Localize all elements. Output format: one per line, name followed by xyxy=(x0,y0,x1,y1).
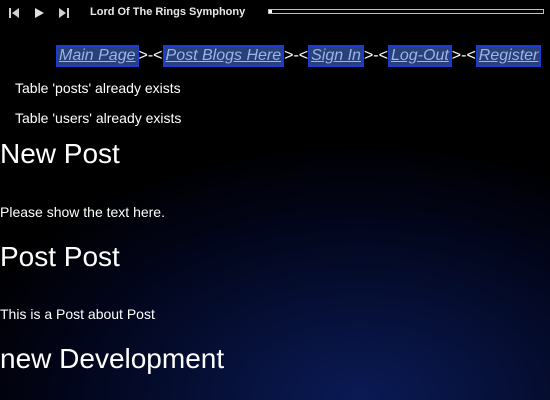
post-title: Post Post xyxy=(0,241,120,272)
nav-link-main-page[interactable]: Main Page xyxy=(56,45,139,67)
nav-bar: Main Page >-< Post Blogs Here >-< Sign In >-<… xyxy=(56,45,542,67)
status-message: Table 'users' already exists xyxy=(15,110,182,126)
music-player: Lord Of The Rings Symphony xyxy=(0,0,550,26)
nav-separator: >-< xyxy=(451,47,476,64)
post-title: new Development xyxy=(0,343,225,374)
track-title: Lord Of The Rings Symphony xyxy=(90,6,246,18)
nav-link-register[interactable]: Register xyxy=(475,45,542,67)
nav-link-sign-in[interactable]: Sign In xyxy=(308,45,364,67)
nav-separator: >-< xyxy=(138,47,163,64)
nav-separator: >-< xyxy=(284,47,309,64)
post-body: Please show the text here. xyxy=(0,204,165,220)
play-icon[interactable] xyxy=(31,5,49,21)
status-message: Table 'posts' already exists xyxy=(15,80,181,96)
post-title: New Post xyxy=(0,138,120,169)
previous-icon[interactable] xyxy=(6,5,24,21)
next-icon[interactable] xyxy=(56,5,74,21)
nav-link-log-out[interactable]: Log-Out xyxy=(387,45,452,67)
nav-link-post-blogs[interactable]: Post Blogs Here xyxy=(162,45,285,67)
post-body: This is a Post about Post xyxy=(0,306,155,322)
progress-bar[interactable] xyxy=(268,9,544,14)
progress-fill xyxy=(269,10,272,13)
nav-separator: >-< xyxy=(363,47,388,64)
